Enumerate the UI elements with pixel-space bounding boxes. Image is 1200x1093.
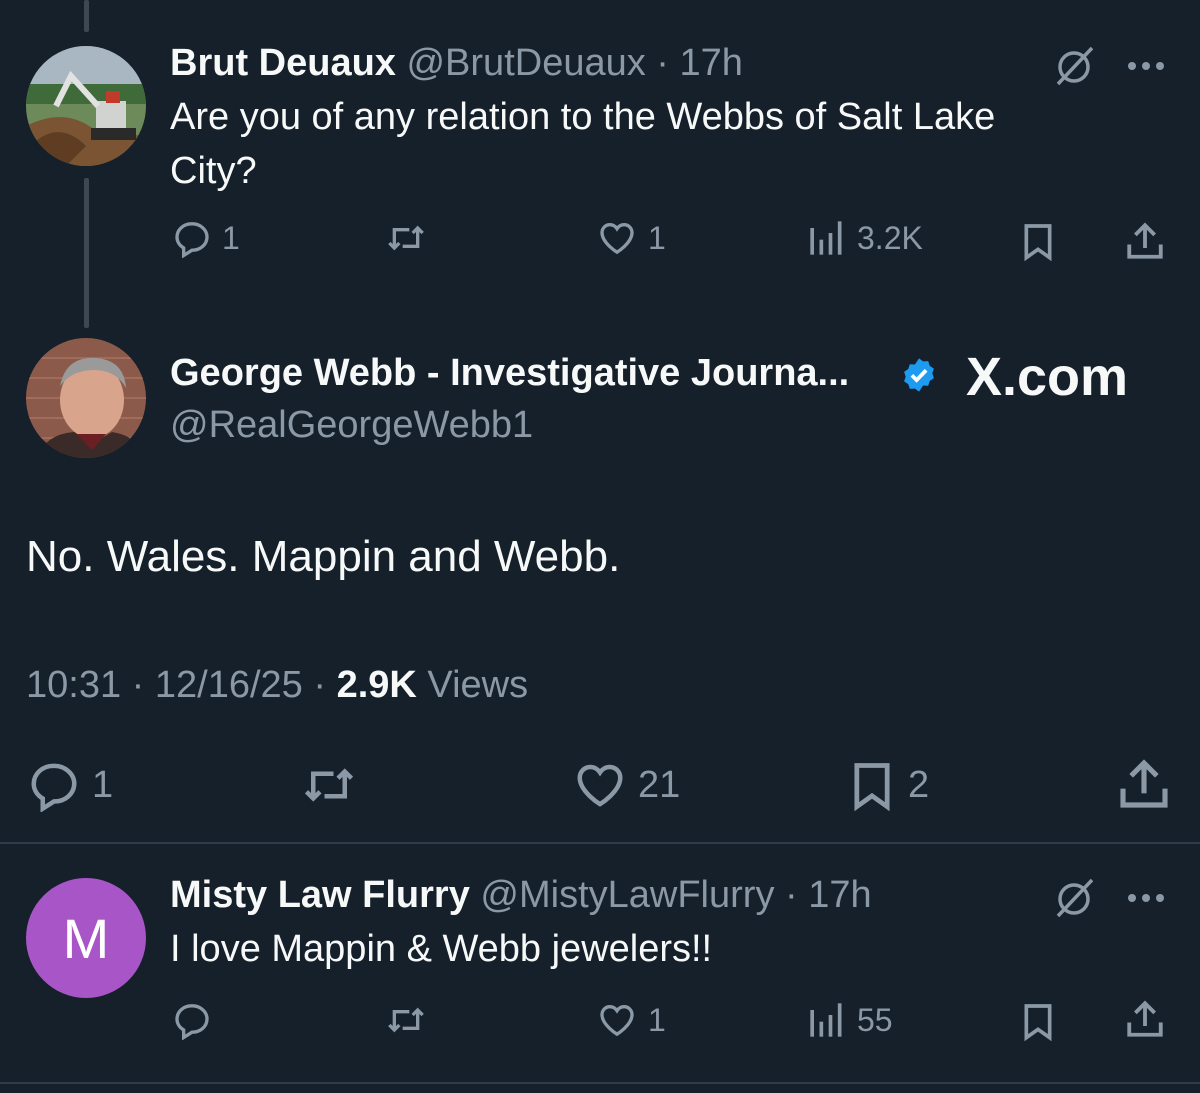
x-com-watermark: X.com: [966, 347, 1129, 407]
author-handle[interactable]: @BrutDeuaux: [406, 42, 645, 84]
bookmark-count: 2: [908, 763, 930, 806]
views-count: 2.9K: [336, 664, 417, 706]
repost-button[interactable]: [383, 1000, 429, 1040]
heart-icon: [577, 764, 623, 807]
bookmark-button[interactable]: 2: [846, 756, 929, 814]
avatar-brut-deuaux[interactable]: [26, 46, 146, 166]
views-button[interactable]: 3.2K: [807, 218, 923, 258]
like-button[interactable]: 1: [596, 1000, 666, 1040]
grok-icon[interactable]: [1052, 876, 1096, 925]
like-count: 1: [648, 1001, 666, 1038]
author-name[interactable]: Misty Law Flurry: [170, 874, 470, 916]
reply-button[interactable]: 1: [172, 218, 240, 258]
reply-icon: [175, 1004, 209, 1040]
post-date[interactable]: 12/16/25: [155, 664, 303, 706]
views-button[interactable]: 55: [807, 1000, 893, 1040]
avatar-george-webb[interactable]: [26, 338, 146, 458]
repost-button[interactable]: [298, 758, 360, 812]
more-icon[interactable]: [1128, 894, 1164, 902]
like-count: 1: [648, 219, 666, 256]
post-header-brut: Brut Deuaux @BrutDeuaux · 17h: [170, 42, 743, 84]
reply-button[interactable]: [172, 1000, 212, 1040]
author-name[interactable]: George Webb - Investigative Journa...: [170, 352, 849, 394]
heart-icon: [600, 1004, 634, 1037]
post-text-line: City?: [170, 150, 257, 192]
repost-icon: [388, 225, 424, 251]
post-header-misty: Misty Law Flurry @MistyLawFlurry · 17h: [170, 874, 872, 916]
post-time[interactable]: 17h: [680, 42, 743, 84]
post-time[interactable]: 10:31: [26, 664, 121, 706]
post-time[interactable]: 17h: [808, 874, 871, 916]
share-icon: [1120, 759, 1168, 808]
share-button[interactable]: [1116, 756, 1172, 812]
divider: [0, 842, 1200, 844]
views-icon: [810, 1003, 842, 1037]
views-count: 3.2K: [857, 219, 923, 256]
post-text-line: Are you of any relation to the Webbs of …: [170, 96, 996, 138]
grok-icon[interactable]: [1052, 44, 1096, 93]
views-icon: [810, 221, 842, 255]
share-icon: [1127, 222, 1163, 259]
avatar-misty-law-flurry[interactable]: M: [26, 878, 146, 998]
reply-icon: [31, 763, 77, 812]
verified-icon: [904, 358, 934, 392]
post-text: I love Mappin & Webb jewelers!!: [170, 928, 713, 970]
views-label: Views: [427, 664, 529, 706]
share-button[interactable]: [1124, 220, 1166, 262]
repost-icon: [388, 1007, 424, 1033]
author-name[interactable]: Brut Deuaux: [170, 42, 396, 84]
heart-icon: [600, 222, 634, 255]
author-handle[interactable]: @RealGeorgeWebb1: [170, 404, 533, 447]
bookmark-icon: [854, 763, 890, 812]
bookmark-icon: [1024, 224, 1052, 262]
avatar-letter: M: [62, 906, 110, 970]
share-icon: [1127, 1000, 1163, 1037]
views-count: 55: [857, 1001, 893, 1038]
repost-icon: [304, 768, 354, 802]
share-button[interactable]: [1124, 998, 1166, 1040]
bookmark-icon: [1024, 1004, 1052, 1042]
thread-line: [84, 178, 89, 328]
post-meta: 10:31 · 12/16/25 · 2.9K Views: [26, 664, 529, 706]
like-button[interactable]: 1: [596, 218, 666, 258]
more-icon[interactable]: [1128, 62, 1164, 70]
like-button[interactable]: 21: [572, 758, 680, 812]
post-text: No. Wales. Mappin and Webb.: [26, 532, 621, 581]
reply-count: 1: [92, 763, 114, 806]
author-handle[interactable]: @MistyLawFlurry: [480, 874, 774, 916]
repost-button[interactable]: [383, 218, 429, 258]
reply-icon: [175, 222, 209, 258]
bookmark-button[interactable]: [1018, 1000, 1058, 1042]
post-header-george: George Webb - Investigative Journa...: [170, 352, 849, 395]
thread-line-top: [84, 0, 89, 32]
like-count: 21: [638, 763, 681, 806]
post-text: Are you of any relation to the Webbs of …: [170, 90, 1150, 198]
reply-button[interactable]: 1: [26, 758, 113, 812]
verified-badge-icon[interactable]: [900, 356, 938, 399]
divider: [0, 1082, 1200, 1084]
bookmark-button[interactable]: [1018, 220, 1058, 262]
reply-count: 1: [222, 219, 240, 256]
